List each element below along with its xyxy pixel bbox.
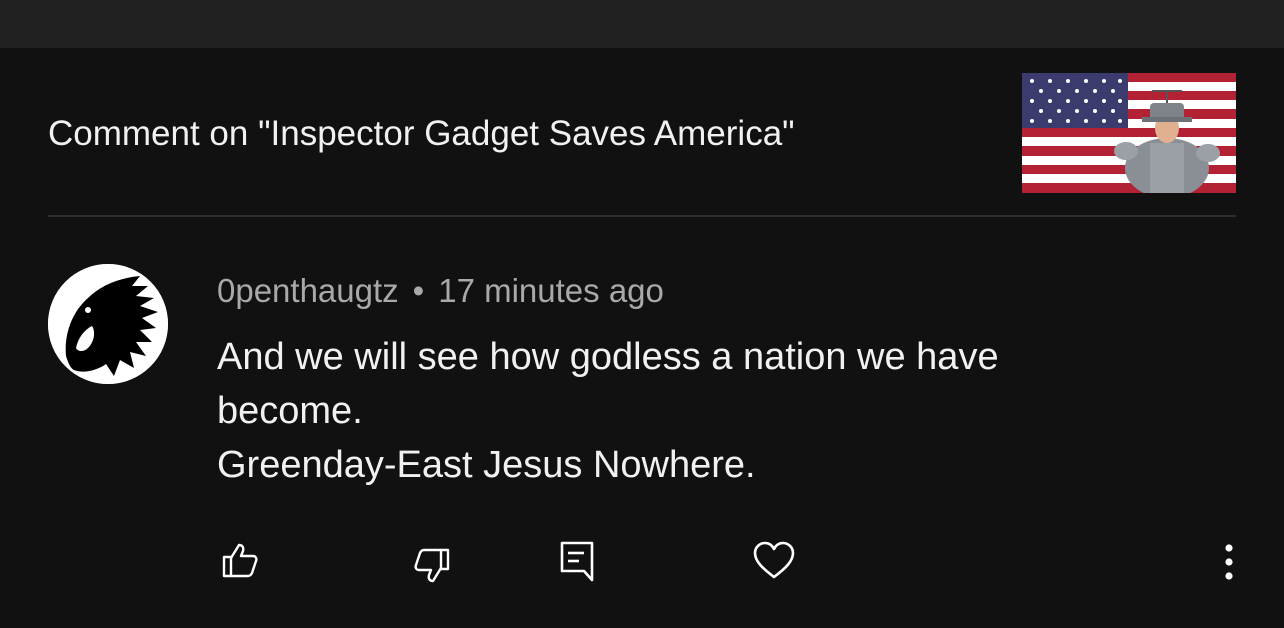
comment-text: And we will see how godless a nation we … [217, 330, 1217, 492]
header-divider [48, 215, 1236, 217]
heart-button[interactable] [752, 538, 796, 582]
comment-text-line: become. [217, 390, 363, 432]
thumbs-down-icon [414, 548, 450, 583]
more-options-button[interactable] [1207, 540, 1251, 584]
page-title: Comment on "Inspector Gadget Saves Ameri… [48, 114, 795, 153]
dislike-button[interactable] [410, 544, 454, 588]
heart-icon [753, 541, 795, 579]
comment-meta: 0penthaugtz • 17 minutes ago [217, 272, 664, 310]
meta-separator: • [412, 272, 425, 309]
comment-author[interactable]: 0penthaugtz [217, 272, 399, 309]
comment-text-line: And we will see how godless a nation we … [217, 336, 999, 378]
flag-thumbnail-image [1022, 73, 1236, 193]
comment-timestamp: 17 minutes ago [438, 272, 664, 309]
video-thumbnail[interactable] [1022, 73, 1236, 193]
top-bar [0, 0, 1284, 48]
comment-icon [560, 541, 594, 582]
comment-text-line: Greenday-East Jesus Nowhere. [217, 444, 756, 486]
avatar[interactable] [48, 264, 168, 384]
thumbs-up-icon [222, 543, 258, 578]
horse-head-avatar-icon [48, 264, 168, 384]
reply-button[interactable] [555, 538, 599, 582]
like-button[interactable] [218, 538, 262, 582]
more-vert-icon [1225, 544, 1233, 580]
comment-header: Comment on "Inspector Gadget Saves Ameri… [48, 70, 1236, 194]
